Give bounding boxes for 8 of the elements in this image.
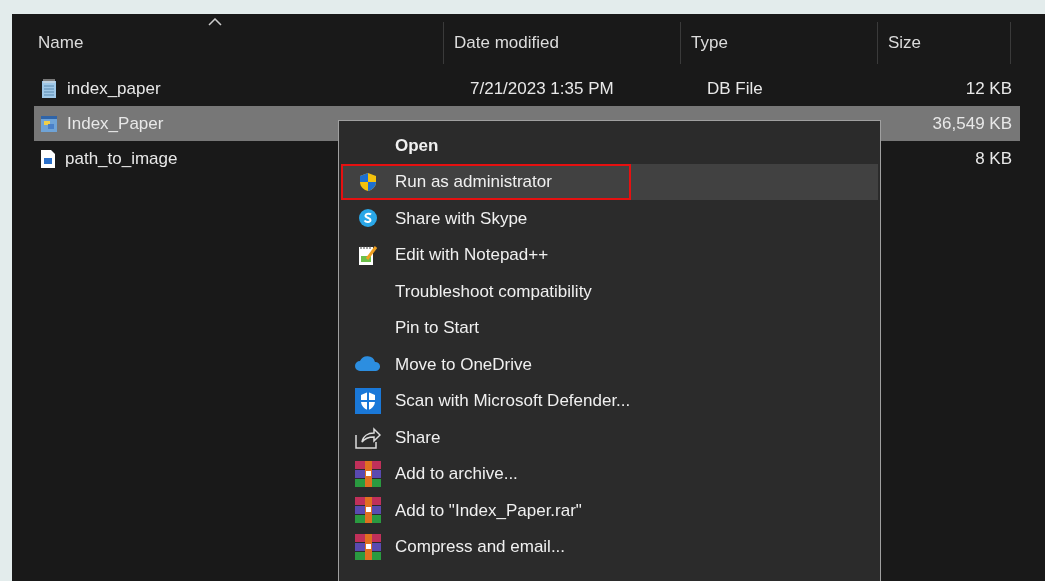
file-size: 8 KB xyxy=(975,148,1012,168)
file-name: index_paper xyxy=(67,77,161,100)
file-name: path_to_image xyxy=(65,147,178,170)
file-name: Index_Paper xyxy=(67,112,164,135)
file-size: 36,549 KB xyxy=(932,113,1012,133)
file-size: 12 KB xyxy=(965,78,1012,98)
file-type: DB File xyxy=(707,78,763,98)
date-modified: 7/21/2023 1:35 PM xyxy=(470,78,614,98)
